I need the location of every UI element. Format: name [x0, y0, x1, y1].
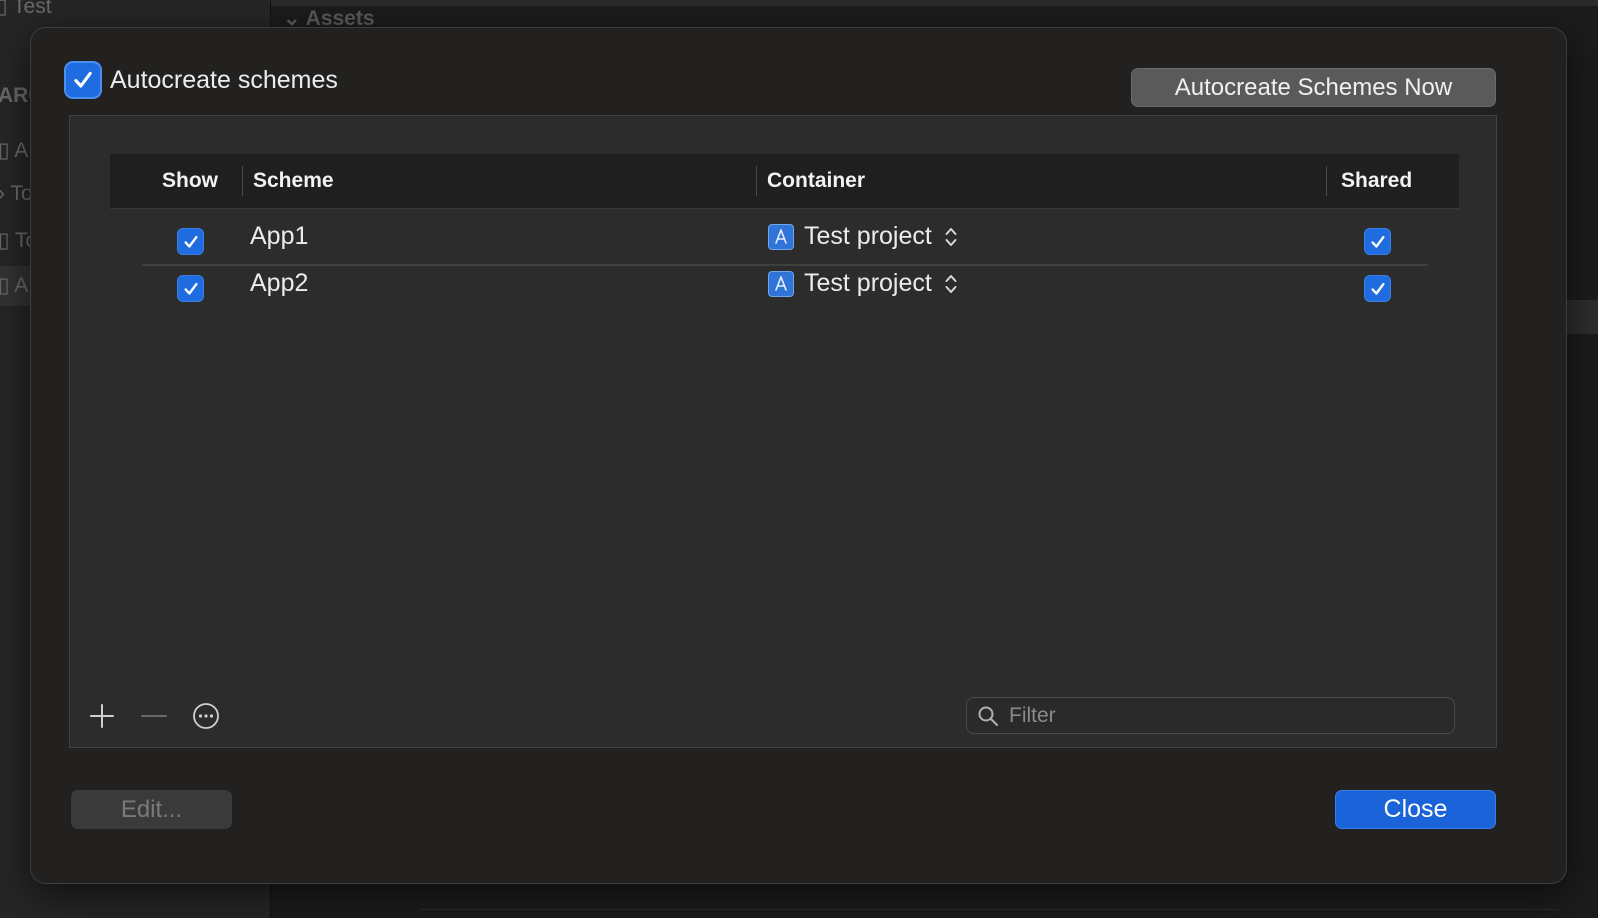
column-header-show[interactable]: Show [162, 154, 218, 208]
add-scheme-button[interactable] [87, 701, 117, 731]
autocreate-schemes-now-button[interactable]: Autocreate Schemes Now [1131, 68, 1496, 107]
column-header-shared[interactable]: Shared [1341, 154, 1412, 208]
close-button[interactable]: Close [1335, 790, 1496, 829]
column-separator[interactable] [756, 166, 757, 196]
edit-button[interactable]: Edit... [71, 790, 232, 829]
search-icon [978, 706, 998, 726]
filter-input[interactable] [1007, 702, 1431, 729]
table-toolbar [87, 701, 221, 731]
table-row[interactable]: App1 Test project [110, 216, 1459, 263]
column-separator[interactable] [1326, 166, 1327, 196]
manage-schemes-sheet: Autocreate schemes Autocreate Schemes No… [30, 27, 1567, 884]
container-name: Test project [804, 222, 932, 250]
checkmark-icon [1370, 235, 1385, 248]
background-divider [421, 909, 1558, 910]
popup-stepper-icon [944, 225, 958, 249]
container-popup[interactable]: Test project [768, 269, 958, 298]
container-name: Test project [804, 269, 932, 297]
column-separator[interactable] [242, 166, 243, 196]
autocreate-schemes-label: Autocreate schemes [110, 65, 338, 94]
background-sidebar-item: › To [0, 182, 33, 205]
background-sidebar-item: ▯ Test [0, 0, 52, 18]
table-row[interactable]: App2 Test project [110, 263, 1459, 310]
autocreate-schemes-toggle[interactable]: Autocreate schemes [64, 61, 338, 99]
plus-icon [90, 704, 114, 728]
background-sidebar-item: ▯ A [0, 274, 29, 297]
shared-checkbox[interactable] [1364, 275, 1391, 302]
ellipsis-circle-icon [193, 703, 219, 729]
xcode-project-icon [768, 223, 794, 250]
background-toolbar [271, 0, 1598, 6]
filter-field[interactable] [966, 697, 1455, 734]
scheme-name: App1 [250, 222, 309, 250]
scheme-name: App2 [250, 269, 309, 297]
shared-checkbox[interactable] [1364, 228, 1391, 255]
minus-icon [141, 715, 167, 717]
column-header-scheme[interactable]: Scheme [253, 154, 334, 208]
xcode-project-icon [768, 270, 794, 297]
popup-stepper-icon [944, 272, 958, 296]
checkmark-icon [183, 282, 198, 295]
checkmark-icon [183, 235, 198, 248]
checkmark-icon [74, 71, 92, 88]
schemes-table-panel: Show Scheme Container Shared App1 Test p… [69, 115, 1497, 748]
column-header-container[interactable]: Container [767, 154, 865, 208]
checkmark-icon [1370, 282, 1385, 295]
show-checkbox[interactable] [177, 228, 204, 255]
remove-scheme-button[interactable] [139, 701, 169, 731]
container-popup[interactable]: Test project [768, 222, 958, 251]
autocreate-schemes-checkbox[interactable] [64, 61, 102, 99]
show-checkbox[interactable] [177, 275, 204, 302]
more-actions-button[interactable] [191, 701, 221, 731]
table-header: Show Scheme Container Shared [110, 154, 1459, 209]
background-sidebar-item: ▯ A [0, 139, 29, 162]
